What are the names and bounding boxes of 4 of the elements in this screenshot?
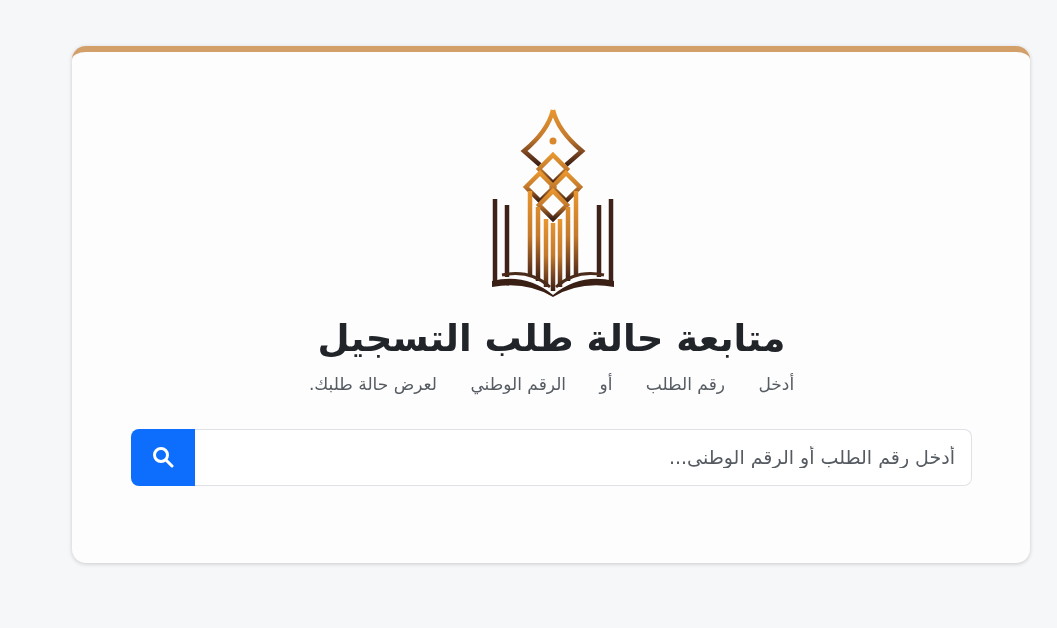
search-icon: [152, 446, 174, 469]
search-button[interactable]: [131, 428, 195, 486]
page-title: متابعة حالة طلب التسجيل: [317, 316, 786, 362]
subtitle-text: أدخل رقم الطلب أو الرقم الوطني لعرض حالة طلبك.: [308, 373, 795, 397]
